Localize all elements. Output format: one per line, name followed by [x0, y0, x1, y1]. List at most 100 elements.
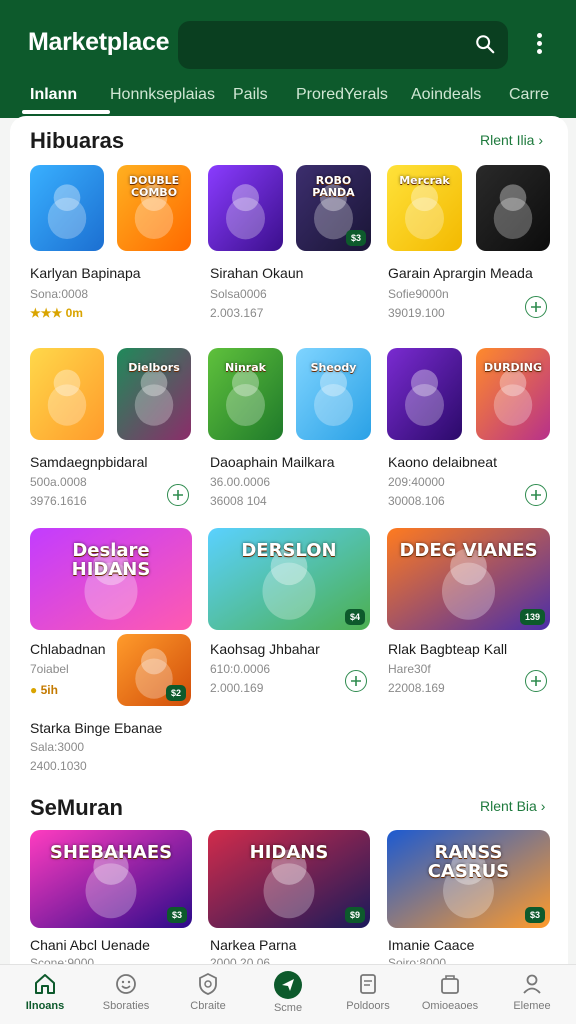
plus-icon [351, 676, 361, 686]
card-name[interactable]: Kaono delaibneat [388, 454, 497, 470]
card-meta: Sofie9000n [388, 287, 449, 301]
card-meta: 2.003.167 [210, 306, 264, 320]
smile-icon [116, 974, 136, 994]
product-thumbnail[interactable]: Deslare HIDANS [30, 528, 192, 630]
card-name[interactable]: Chani Abcl Uenade [30, 937, 150, 953]
see-all-link-2[interactable]: Rlent Bia › [480, 798, 545, 814]
product-thumbnail[interactable]: Sheody [296, 348, 371, 440]
tab-aoindeals[interactable]: Aoindeals [411, 86, 481, 104]
thumbnail-title: Dielbors [128, 361, 180, 374]
nav-item-documents[interactable]: Poldoors [328, 971, 408, 1012]
card-meta: Hare30f [388, 662, 431, 676]
more-vertical-icon[interactable] [532, 33, 546, 57]
card-meta: 2400.1030 [30, 759, 87, 773]
app-title: Marketplace [28, 28, 170, 56]
section-title-2: SeMuran [30, 795, 123, 820]
card-meta: 36.00.0006 [210, 475, 271, 489]
card-name[interactable]: Daoaphain Mailkara [210, 454, 335, 470]
tab-inlann[interactable]: Inlann [30, 86, 77, 104]
add-to-cart-button[interactable] [345, 670, 367, 692]
price-badge: $9 [344, 907, 365, 923]
tab-proredyerals[interactable]: ProredYerals [296, 86, 388, 104]
thumbnail-title: DERSLON [241, 540, 337, 561]
add-to-cart-button[interactable] [525, 484, 547, 506]
card-name[interactable]: Samdaegnpbidaral [30, 454, 148, 470]
rating-badge: ● 5ih [30, 683, 58, 697]
product-thumbnail[interactable]: Mercrak [387, 165, 462, 251]
card-name[interactable]: Kaohsag Jhbahar [210, 641, 320, 657]
tab-honnkseplaias[interactable]: Honnkseplaias [110, 86, 215, 104]
card-name[interactable]: Rlak Bagbteap Kall [388, 641, 507, 657]
nav-item-stories[interactable]: Sboraties [86, 971, 166, 1012]
card-name[interactable]: Sirahan Okaun [210, 265, 303, 281]
add-to-cart-button[interactable] [525, 670, 547, 692]
send-icon [282, 979, 294, 991]
thumbnail-title: Deslare HIDANS [71, 540, 151, 580]
card-meta: 209:40000 [388, 475, 445, 489]
product-thumbnail[interactable]: RANSS CASRUS $3 [387, 830, 550, 928]
card-meta: 22008.169 [388, 681, 445, 695]
home-icon [35, 974, 55, 994]
thumbnail-title: HIDANS [249, 842, 329, 863]
card-meta: Solsa0006 [210, 287, 267, 301]
product-thumbnail[interactable]: ROBO PANDA $3 [296, 165, 371, 251]
thumbnail-title: RANSS CASRUS [427, 842, 510, 882]
add-to-cart-button[interactable] [167, 484, 189, 506]
rating-stars: ★★★ 0m [30, 306, 83, 320]
user-icon [523, 974, 541, 994]
nav-item-send[interactable]: Scme [248, 971, 328, 1014]
see-all-link-1[interactable]: Rlent Ilia › [480, 132, 543, 148]
card-name[interactable]: Garain Aprargin Meada [388, 265, 533, 281]
card-name[interactable]: Imanie Caace [388, 937, 474, 953]
nav-item-orders[interactable]: Omioeaoes [410, 971, 490, 1012]
price-badge: $2 [165, 685, 186, 701]
product-thumbnail[interactable] [208, 165, 283, 251]
product-thumbnail[interactable]: DDEG VIANES 139 [387, 528, 550, 630]
product-thumbnail[interactable] [30, 348, 104, 440]
card-meta: 30008.106 [388, 494, 445, 508]
thumbnail-title: DDEG VIANES [399, 540, 538, 561]
search-input[interactable] [178, 21, 508, 69]
bottom-navigation: Ilnoans Sboraties Cbraite Scme Poldoors … [0, 964, 576, 1024]
shield-icon [199, 972, 217, 995]
plus-icon [531, 676, 541, 686]
card-name[interactable]: Chlabadnan [30, 641, 106, 657]
product-thumbnail[interactable] [387, 348, 462, 440]
card-name[interactable]: Karlyan Bapinapa [30, 265, 141, 281]
product-thumbnail[interactable]: DERSLON $4 [208, 528, 370, 630]
card-meta: Sona:0008 [30, 287, 89, 301]
price-badge: $3 [166, 907, 187, 923]
price-badge: $4 [344, 609, 365, 625]
product-thumbnail[interactable]: DURDING [476, 348, 550, 440]
plus-icon [173, 490, 183, 500]
tab-carre[interactable]: Carre [509, 86, 549, 104]
product-thumbnail[interactable]: SHEBAHAES $3 [30, 830, 192, 928]
nav-item-create[interactable]: Cbraite [168, 971, 248, 1012]
price-badge: $3 [345, 230, 366, 246]
card-meta: 3976.1616 [30, 494, 87, 508]
app-header: Marketplace Inlann Honnkseplaias Pails P… [0, 0, 576, 118]
product-thumbnail[interactable]: HIDANS $9 [208, 830, 370, 928]
card-name[interactable]: Narkea Parna [210, 937, 296, 953]
active-tab-indicator [22, 110, 110, 114]
card-meta: 610:0.0006 [210, 662, 271, 676]
card-name[interactable]: Starka Binge Ebanae [30, 720, 162, 736]
tab-bar: Inlann Honnkseplaias Pails ProredYerals … [0, 80, 576, 118]
product-thumbnail[interactable] [30, 165, 104, 251]
product-thumbnail[interactable]: Dielbors [117, 348, 191, 440]
nav-item-profile[interactable]: Elemee [492, 971, 572, 1012]
product-thumbnail[interactable]: $2 [117, 634, 191, 706]
add-to-cart-button[interactable] [525, 296, 547, 318]
plus-icon [531, 302, 541, 312]
product-thumbnail[interactable] [476, 165, 550, 251]
product-thumbnail[interactable]: DOUBLE COMBO [117, 165, 191, 251]
thumbnail-title: DURDING [484, 361, 542, 374]
thumbnail-title: Mercrak [399, 174, 450, 187]
price-badge: 139 [519, 609, 545, 625]
search-icon[interactable] [474, 33, 496, 55]
tab-pails[interactable]: Pails [233, 86, 268, 104]
card-meta: 500a.0008 [30, 475, 87, 489]
product-thumbnail[interactable]: Ninrak [208, 348, 283, 440]
card-meta: 7oiabel [30, 662, 69, 676]
nav-item-home[interactable]: Ilnoans [5, 971, 85, 1012]
